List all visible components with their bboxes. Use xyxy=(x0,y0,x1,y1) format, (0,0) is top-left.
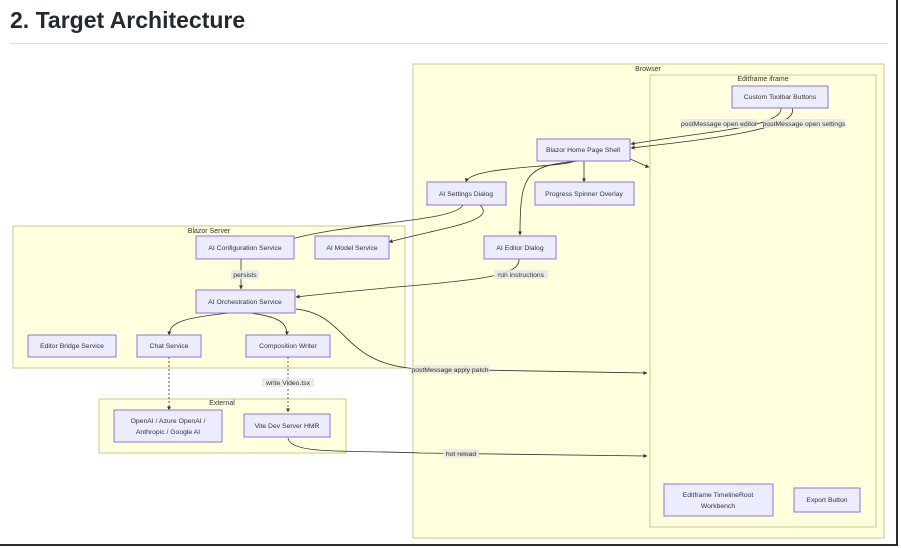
edge-label-run-instructions: run instructions xyxy=(494,270,548,279)
svg-text:run instructions: run instructions xyxy=(498,272,545,279)
node-ai-providers: OpenAI / Azure OpenAI / Anthropic / Goog… xyxy=(113,409,223,443)
svg-text:Editor Bridge Service: Editor Bridge Service xyxy=(40,343,104,350)
edge-label-open-editor: postMessage open editor xyxy=(681,119,758,128)
edge-label-persists: persists xyxy=(231,270,259,279)
node-vite-dev-server-hmr: Vite Dev Server HMR xyxy=(243,413,331,438)
svg-text:postMessage open settings: postMessage open settings xyxy=(763,121,846,128)
svg-text:postMessage apply patch: postMessage apply patch xyxy=(411,367,488,374)
cluster-editframe-iframe-label: Editframe iframe xyxy=(737,76,788,83)
edge-label-apply-patch: postMessage apply patch xyxy=(411,365,489,374)
svg-text:OpenAI / Azure OpenAI /: OpenAI / Azure OpenAI / xyxy=(131,418,206,425)
svg-text:AI Model Service: AI Model Service xyxy=(326,245,378,252)
frame-right-edge xyxy=(896,0,898,545)
svg-text:Editframe TimelineRoot: Editframe TimelineRoot xyxy=(683,492,754,499)
svg-text:hot reload: hot reload xyxy=(446,451,476,458)
svg-text:Composition Writer: Composition Writer xyxy=(259,343,317,350)
node-ai-orchestration-service: AI Orchestration Service xyxy=(195,289,296,314)
node-custom-toolbar-buttons: Custom Toolbar Buttons xyxy=(731,85,829,109)
node-editor-bridge-service: Editor Bridge Service xyxy=(27,334,117,358)
svg-text:AI Settings Dialog: AI Settings Dialog xyxy=(439,191,493,198)
node-blazor-home-page-shell: Blazor Home Page Shell xyxy=(536,138,631,162)
svg-text:Custom Toolbar Buttons: Custom Toolbar Buttons xyxy=(744,94,817,101)
node-composition-writer: Composition Writer xyxy=(245,334,331,358)
svg-text:Progress Spinner Overlay: Progress Spinner Overlay xyxy=(545,191,623,198)
svg-text:Vite Dev Server HMR: Vite Dev Server HMR xyxy=(255,423,320,430)
cluster-editframe-iframe: Editframe iframe xyxy=(649,74,877,528)
node-ai-configuration-service: AI Configuration Service xyxy=(195,235,295,260)
node-export-button: Export Button xyxy=(793,487,861,513)
edge-label-write-video: write Video.tsx xyxy=(262,378,314,387)
svg-text:persists: persists xyxy=(233,272,257,279)
svg-text:Workbench: Workbench xyxy=(701,503,735,510)
svg-text:Blazor Home Page Shell: Blazor Home Page Shell xyxy=(546,147,621,154)
svg-text:AI Orchestration Service: AI Orchestration Service xyxy=(208,299,282,306)
edge-label-open-settings: postMessage open settings xyxy=(763,119,846,128)
svg-text:AI Configuration Service: AI Configuration Service xyxy=(208,245,282,252)
node-ai-model-service: AI Model Service xyxy=(314,235,390,260)
svg-text:AI Editor Dialog: AI Editor Dialog xyxy=(496,245,543,252)
cluster-external-label: External xyxy=(209,400,235,407)
node-progress-spinner-overlay: Progress Spinner Overlay xyxy=(534,181,635,206)
svg-text:Export Button: Export Button xyxy=(806,497,847,504)
node-ai-editor-dialog: AI Editor Dialog xyxy=(483,235,557,260)
node-editframe-timelineroot-workbench: Editframe TimelineRoot Workbench xyxy=(663,483,774,517)
frame-bottom-edge xyxy=(0,544,898,546)
cluster-blazor-server-label: Blazor Server xyxy=(188,228,231,235)
node-chat-service: Chat Service xyxy=(136,334,202,358)
svg-text:Anthropic / Google AI: Anthropic / Google AI xyxy=(136,429,200,436)
node-ai-settings-dialog: AI Settings Dialog xyxy=(426,181,507,206)
architecture-diagram: Browser Editframe iframe Blazor Server E… xyxy=(12,63,885,539)
cluster-browser-label: Browser xyxy=(635,66,661,73)
svg-text:postMessage open editor: postMessage open editor xyxy=(681,121,758,128)
svg-text:write Video.tsx: write Video.tsx xyxy=(265,380,311,387)
svg-text:Chat Service: Chat Service xyxy=(150,343,189,350)
edge-label-hot-reload: hot reload xyxy=(443,449,479,458)
